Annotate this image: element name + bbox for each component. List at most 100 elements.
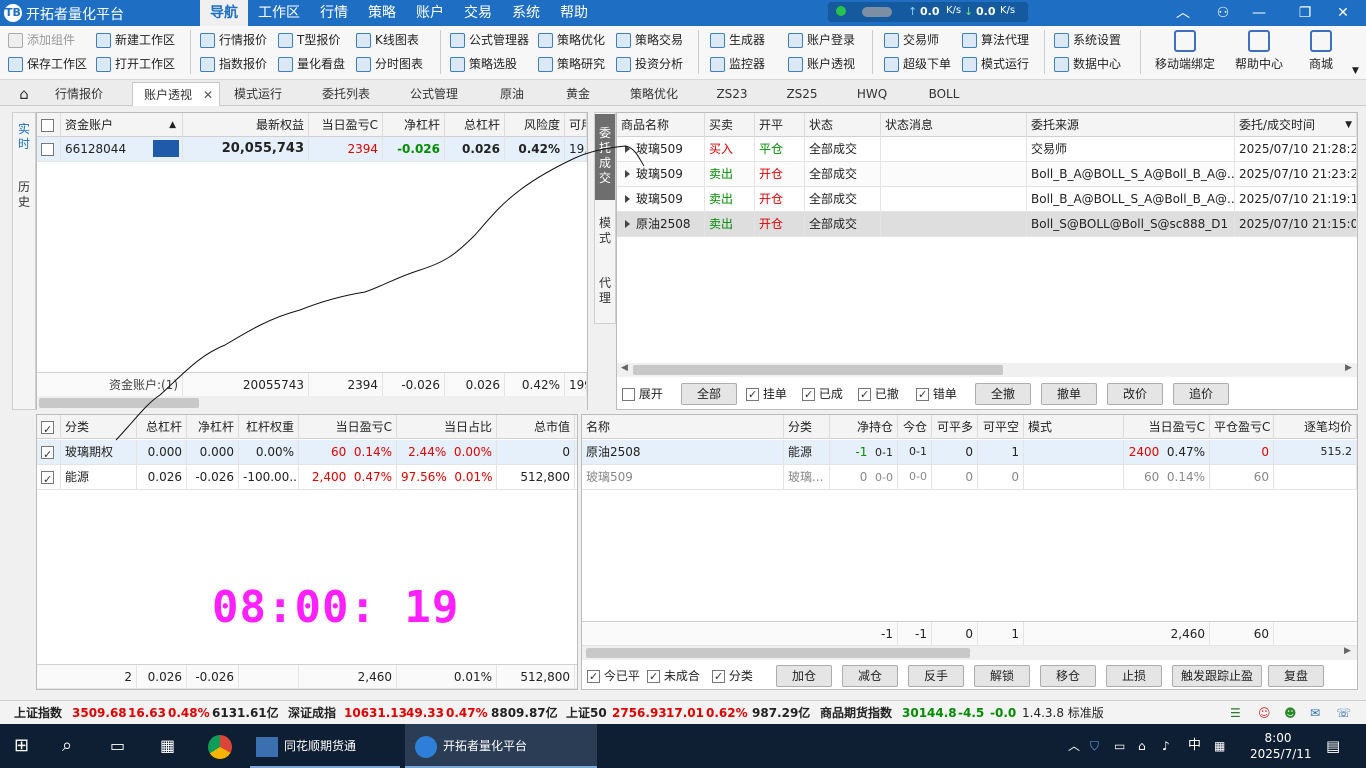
col-account[interactable]: 资金账户 ▲	[61, 113, 183, 137]
minimize-icon[interactable]: —	[1236, 0, 1282, 26]
order-row[interactable]: 原油2508 卖出 开仓 全部成交 Boll_S@BOLL@Boll_S@sc8…	[617, 212, 1357, 237]
stop-loss-button[interactable]: 止损	[1106, 665, 1162, 687]
alert-user-icon[interactable]: ☺	[1258, 701, 1271, 725]
col-status[interactable]: 状态	[805, 113, 881, 137]
expand-arrow-icon[interactable]	[625, 145, 630, 153]
tab-mode-run[interactable]: 模式运行	[222, 82, 294, 106]
ime-grid-icon[interactable]: ▦	[1214, 724, 1225, 768]
home-icon[interactable]: ⌂	[8, 82, 40, 106]
cancelled-checkbox[interactable]: 已撤	[858, 384, 899, 405]
open-workspace-button[interactable]: 打开工作区	[96, 52, 175, 76]
replay-button[interactable]: 复盘	[1268, 665, 1324, 687]
quote-button[interactable]: 行情报价	[200, 28, 267, 52]
col-open-close[interactable]: 开平	[755, 113, 805, 137]
scroll-right-icon[interactable]: ▶	[1344, 646, 1351, 656]
network-icon[interactable]: ⌂	[1138, 724, 1146, 768]
row-checkbox[interactable]	[37, 465, 61, 489]
windows-start-icon[interactable]: ⊞	[14, 724, 29, 768]
col-pos-today[interactable]: 今仓	[898, 415, 932, 439]
vtab-orders[interactable]: 委托成交	[595, 114, 615, 200]
scroll-left-icon[interactable]: ◀	[621, 363, 628, 373]
menu-nav[interactable]: 导航	[200, 0, 248, 26]
tab-zs25[interactable]: ZS25	[776, 82, 828, 106]
mobile-bind-button[interactable]: 移动端绑定	[1150, 28, 1220, 74]
tab-formula[interactable]: 公式管理	[398, 82, 470, 106]
investment-analysis-button[interactable]: 投资分析	[616, 52, 683, 76]
modify-price-button[interactable]: 改价	[1107, 383, 1163, 405]
save-workspace-button[interactable]: 保存工作区	[8, 52, 87, 76]
col-tot-lev[interactable]: 总杠杆	[445, 113, 505, 137]
calculator-icon[interactable]: ▦	[160, 724, 175, 768]
col-pos-mode[interactable]: 模式	[1024, 415, 1124, 439]
tick-chart-button[interactable]: 分时图表	[356, 52, 423, 76]
tab-close-icon[interactable]: ✕	[203, 83, 213, 107]
help-center-button[interactable]: 帮助中心	[1224, 28, 1294, 74]
row-checkbox[interactable]	[37, 440, 61, 464]
expand-checkbox[interactable]: 展开	[622, 384, 663, 404]
col-pos-avg[interactable]: 逐笔均价	[1274, 415, 1357, 439]
select-all-checkbox[interactable]	[37, 113, 61, 137]
tab-crude[interactable]: 原油	[486, 82, 538, 106]
task-view-icon[interactable]: ▭	[110, 724, 125, 768]
reduce-position-button[interactable]: 减仓	[842, 665, 898, 687]
ime-indicator[interactable]: 中	[1188, 724, 1201, 768]
row-checkbox[interactable]	[37, 137, 61, 161]
data-center-button[interactable]: 数据中心	[1054, 52, 1121, 76]
pending-checkbox[interactable]: 挂单	[746, 384, 787, 405]
account-row[interactable]: 66128044 20,055,743 2394 -0.026 0.026 0.…	[37, 137, 587, 162]
category-row[interactable]: 能源 0.026 -0.026 -100.00... 2,400 0.47% 9…	[37, 465, 577, 490]
menu-system[interactable]: 系统	[502, 0, 550, 26]
taskbar-clock[interactable]: 8:00 2025/7/11	[1250, 730, 1312, 762]
scroll-right-icon[interactable]: ▶	[1345, 363, 1352, 373]
col-time[interactable]: 委托/成交时间 ▼	[1235, 113, 1357, 137]
filter-all-button[interactable]: 全部	[681, 383, 737, 405]
tray-expand-icon[interactable]: ︿	[1068, 724, 1080, 768]
col-cat-share[interactable]: 当日占比	[397, 415, 497, 439]
category-row[interactable]: 玻璃期权 0.000 0.000 0.00% 60 0.14% 2.44% 0.…	[37, 440, 577, 465]
battery-icon[interactable]: ▭	[1114, 724, 1125, 768]
message-icon[interactable]: ✉	[1310, 701, 1320, 725]
add-component-button[interactable]: 添加组件	[8, 28, 75, 52]
menu-account[interactable]: 账户	[406, 0, 454, 26]
new-workspace-button[interactable]: 新建工作区	[96, 28, 175, 52]
col-cat-pnl[interactable]: 当日盈亏C	[299, 415, 397, 439]
col-product[interactable]: 商品名称	[617, 113, 705, 137]
col-status-msg[interactable]: 状态消息	[881, 113, 1027, 137]
col-cat-weight[interactable]: 杠杆权重	[239, 415, 299, 439]
not-closed-checkbox[interactable]: 未成合	[647, 666, 700, 687]
category-select-all[interactable]	[37, 415, 61, 439]
tab-hwq[interactable]: HWQ	[846, 82, 898, 106]
expand-arrow-icon[interactable]	[625, 170, 630, 178]
col-cat-value[interactable]: 总市值	[497, 415, 575, 439]
account-login-button[interactable]: 账户登录	[788, 28, 855, 52]
order-row[interactable]: 玻璃509 卖出 开仓 全部成交 Boll_B_A@BOLL_S_A@Boll_…	[617, 162, 1357, 187]
toggle-icon[interactable]	[862, 7, 892, 17]
quant-watch-button[interactable]: 量化看盘	[278, 52, 345, 76]
col-source[interactable]: 委托来源	[1027, 113, 1235, 137]
tab-gold[interactable]: 黄金	[552, 82, 604, 106]
close-icon[interactable]: ✕	[1320, 0, 1366, 26]
menu-workspace[interactable]: 工作区	[248, 0, 310, 26]
mode-run-button[interactable]: 模式运行	[962, 52, 1029, 76]
kline-button[interactable]: K线图表	[356, 28, 419, 52]
account-hscroll[interactable]	[37, 396, 587, 410]
col-risk[interactable]: 风险度	[505, 113, 565, 137]
algo-agent-button[interactable]: 算法代理	[962, 28, 1029, 52]
menu-strategy[interactable]: 策略	[358, 0, 406, 26]
monitor-button[interactable]: 监控器	[710, 52, 765, 76]
generator-button[interactable]: 生成器	[710, 28, 765, 52]
user-check-icon[interactable]: ☻	[1284, 701, 1297, 725]
col-pos-long[interactable]: 可平多	[932, 415, 978, 439]
chat-icon[interactable]: ☏	[1336, 701, 1351, 725]
position-row[interactable]: 玻璃509 玻璃... 0 0-0 0-0 0 0 60 0.14% 60	[582, 465, 1357, 490]
formula-manager-button[interactable]: 公式管理器	[450, 28, 529, 52]
error-checkbox[interactable]: 错单	[916, 384, 957, 405]
col-side[interactable]: 买卖	[705, 113, 755, 137]
chrome-icon[interactable]	[208, 724, 232, 768]
col-cat-net-lev[interactable]: 净杠杆	[187, 415, 239, 439]
search-icon[interactable]: ⌕	[62, 724, 72, 768]
tab-strategy-optimize[interactable]: 策略优化	[618, 82, 690, 106]
trend-chart-icon[interactable]	[153, 140, 179, 157]
col-cat-tot-lev[interactable]: 总杠杆	[137, 415, 187, 439]
col-pos-name[interactable]: 名称	[582, 415, 784, 439]
